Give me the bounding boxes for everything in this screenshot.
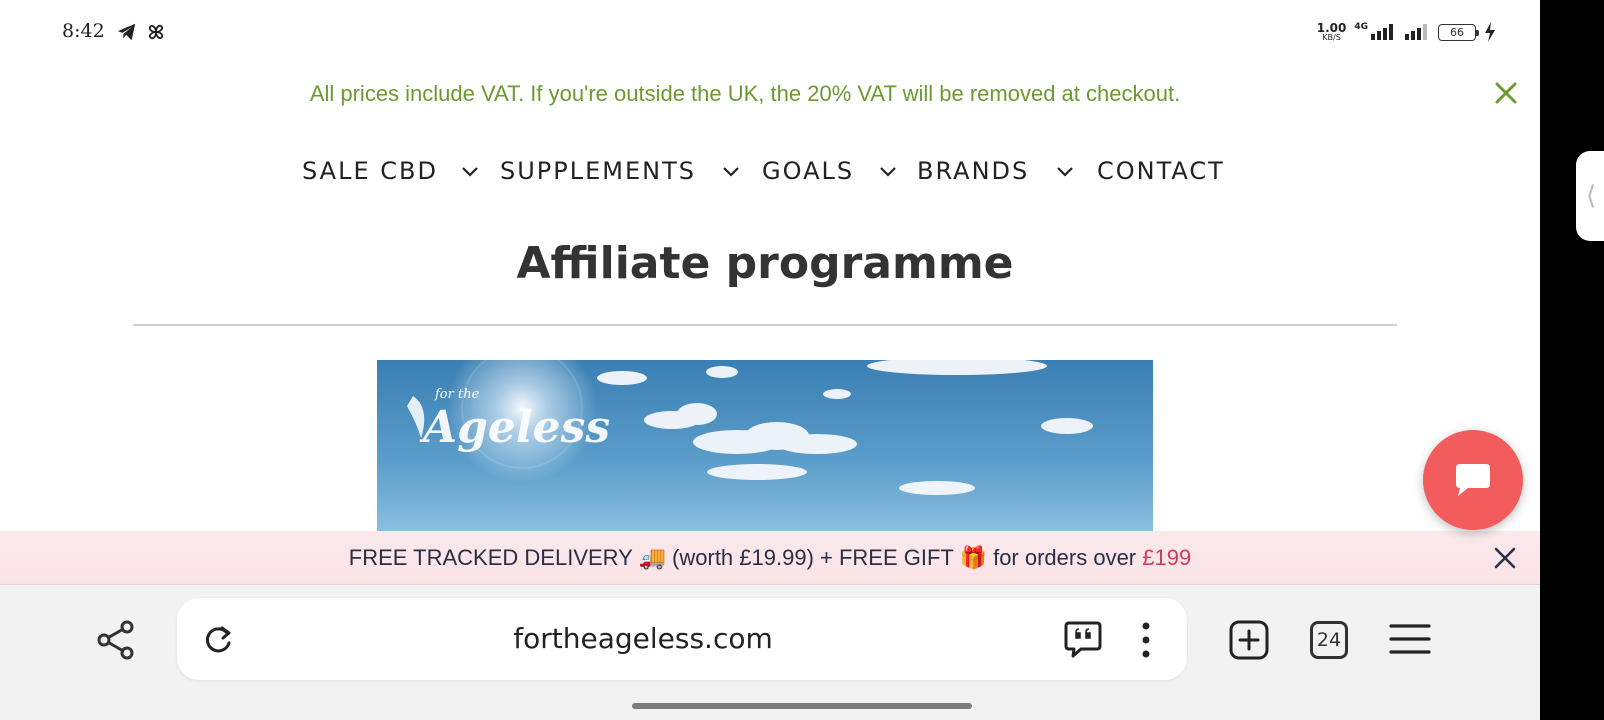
nav-item-contact[interactable]: CONTACT [1097, 148, 1225, 194]
telegram-icon [117, 23, 136, 41]
nav-item-supplements[interactable]: SUPPLEMENTS [500, 148, 696, 194]
nav-item-label: GOALS [762, 157, 855, 185]
nav-item-brands[interactable]: BRANDS [917, 148, 1029, 194]
reload-icon[interactable] [202, 624, 234, 656]
screen-edge [1540, 0, 1604, 694]
network-type: 4G [1354, 22, 1368, 32]
promo-threshold-price: £199 [1142, 545, 1192, 570]
nav-item-sale-cbd[interactable]: SALE CBD [302, 148, 438, 194]
status-bar: 8:42 1.00 KB/S 4G 66 [0, 0, 1540, 64]
vat-banner: All prices include VAT. If you're outsid… [0, 72, 1540, 116]
logo-small-text: for the [434, 387, 480, 402]
tab-switcher-button[interactable]: 24 [1310, 621, 1348, 659]
chat-button[interactable] [1423, 430, 1523, 530]
tab-count: 24 [1316, 629, 1342, 651]
menu-icon[interactable] [1389, 622, 1431, 656]
status-time: 8:42 [62, 20, 105, 42]
hero-banner-image: for the Ageless [377, 360, 1153, 532]
side-panel-handle[interactable]: ⟨ [1576, 151, 1604, 241]
new-tab-icon[interactable] [1228, 619, 1270, 661]
sky-image: for the Ageless [377, 360, 1153, 532]
nav-item-label: BRANDS [917, 157, 1030, 185]
vat-notice-text: All prices include VAT. If you're outsid… [309, 81, 1181, 106]
screen: 8:42 1.00 KB/S 4G 66 All prices include … [0, 0, 1540, 694]
battery-level: 66 [1450, 25, 1464, 39]
url-text[interactable]: fortheageless.com [143, 598, 1143, 680]
chevron-down-icon[interactable] [879, 164, 897, 178]
share-icon[interactable] [94, 618, 138, 662]
signal-icon [1371, 24, 1393, 40]
pinwheel-icon [148, 24, 164, 40]
nav-item-label: CONTACT [1097, 157, 1225, 185]
title-divider [133, 324, 1397, 326]
chevron-down-icon[interactable] [722, 164, 740, 178]
chevron-left-icon: ⟨ [1586, 181, 1597, 211]
promo-text: FREE TRACKED DELIVERY 🚚 (worth £19.99) +… [0, 531, 1540, 585]
nav-item-label: SALE CBD [302, 157, 438, 185]
home-indicator[interactable] [632, 703, 972, 709]
chevron-down-icon[interactable] [1056, 164, 1074, 178]
net-speed: 1.00 KB/S [1317, 22, 1347, 42]
status-right: 1.00 KB/S 4G 66 [1317, 20, 1496, 44]
page-title: Affiliate programme [516, 238, 1014, 289]
promo-message: FREE TRACKED DELIVERY 🚚 (worth £19.99) +… [348, 545, 1143, 570]
chat-bubble-icon [1456, 464, 1490, 496]
signal-icon-2 [1405, 24, 1427, 40]
nav-item-goals[interactable]: GOALS [762, 148, 854, 194]
reader-mode-icon[interactable] [1063, 620, 1103, 658]
vat-banner-close-icon[interactable] [1492, 79, 1520, 107]
battery-icon: 66 [1438, 23, 1479, 41]
more-vertical-icon[interactable] [1134, 620, 1158, 660]
address-bar[interactable]: fortheageless.com [177, 598, 1187, 680]
charging-icon [1485, 22, 1495, 42]
promo-close-icon[interactable] [1492, 545, 1518, 571]
nav-item-label: SUPPLEMENTS [500, 157, 696, 185]
chevron-down-icon[interactable] [461, 164, 479, 178]
net-speed-unit: KB/S [1322, 33, 1341, 42]
main-nav: SALE CBD SUPPLEMENTS GOALS BRANDS CONTAC… [0, 148, 1540, 194]
promo-bar: FREE TRACKED DELIVERY 🚚 (worth £19.99) +… [0, 531, 1540, 585]
logo-large-text: Ageless [419, 402, 610, 453]
